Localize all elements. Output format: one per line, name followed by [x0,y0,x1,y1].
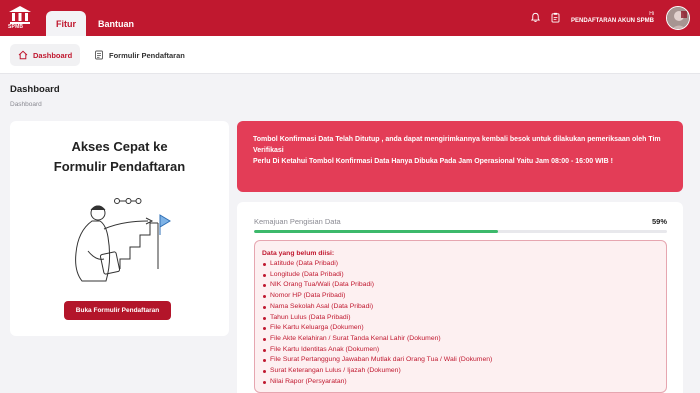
bell-icon[interactable] [530,12,541,23]
nav-item-label: Dashboard [33,50,73,60]
tab-fitur[interactable]: Fitur [46,11,86,36]
breadcrumb[interactable]: Dashboard [10,101,42,108]
username-text[interactable]: PENDAFTARAN AKUN SPMB [571,18,654,24]
progress-bar-track [254,230,667,233]
top-bar: SPMB Fitur Bantuan Hi PENDAFTARAN AKUN S… [0,0,700,36]
nav-item-dashboard[interactable]: Dashboard [10,44,81,66]
list-item: Nama Sekolah Asal (Data Pribadi) [262,302,658,313]
tab-bantuan[interactable]: Bantuan [94,11,138,36]
open-registration-form-button[interactable]: Buka Formulir Pendaftaran [64,301,171,320]
list-item: Tahun Lulus (Data Pribadi) [262,313,658,324]
list-item: NIK Orang Tua/Wali (Data Pribadi) [262,280,658,291]
missing-data-box: Data yang belum diisi: Latitude (Data Pr… [254,240,667,393]
greeting-text: Hi [649,11,654,17]
list-item: Latitude (Data Pribadi) [262,259,658,270]
data-progress-card: Kemajuan Pengisian Data 59% Data yang be… [237,202,683,393]
progress-percent: 59% [651,217,667,226]
home-icon [18,50,28,60]
list-item: Nilai Rapor (Persyaratan) [262,377,658,388]
nav-item-label: Formulir Pendaftaran [109,50,185,60]
progress-bar-fill [254,230,498,233]
quick-access-title-line1: Akses Cepat ke [71,139,168,154]
quick-access-title-line2: Formulir Pendaftaran [53,159,186,174]
list-item: File Kartu Identitas Anak (Dokumen) [262,345,658,356]
list-item: File Akte Kelahiran / Surat Tanda Kenal … [262,334,658,345]
form-icon [94,50,104,60]
page-title: Dashboard [10,84,60,95]
list-item: Surat Keterangan Lulus / Ijazah (Dokumen… [262,366,658,377]
nav-item-formulir-pendaftaran[interactable]: Formulir Pendaftaran [86,44,193,66]
logo-text: SPMB [8,24,24,30]
list-item: Longitude (Data Pribadi) [262,270,658,281]
alert-message-line2: Perlu Di Ketahui Tombol Konfirmasi Data … [253,158,613,165]
quick-access-card: Akses Cepat ke Formulir Pendaftaran Buka… [10,121,229,336]
missing-data-list: Latitude (Data Pribadi) Longitude (Data … [262,259,658,387]
avatar[interactable] [666,6,690,30]
missing-data-title: Data yang belum diisi: [262,250,335,257]
progress-label: Kemajuan Pengisian Data [254,217,341,226]
confirmation-closed-alert: Tombol Konfirmasi Data Telah Ditutup , a… [237,121,683,192]
person-with-stairs-illustration [60,191,180,306]
logo-emblem-icon [9,6,31,24]
list-item: File Surat Pertanggung Jawaban Mutlak da… [262,355,658,366]
user-photo-icon [667,7,689,29]
alert-message-line1: Tombol Konfirmasi Data Telah Ditutup , a… [253,136,661,154]
clipboard-icon[interactable] [550,12,561,23]
list-item: Nomor HP (Data Pribadi) [262,291,658,302]
list-item: File Kartu Keluarga (Dokumen) [262,323,658,334]
secondary-nav: Dashboard Formulir Pendaftaran [0,36,700,74]
